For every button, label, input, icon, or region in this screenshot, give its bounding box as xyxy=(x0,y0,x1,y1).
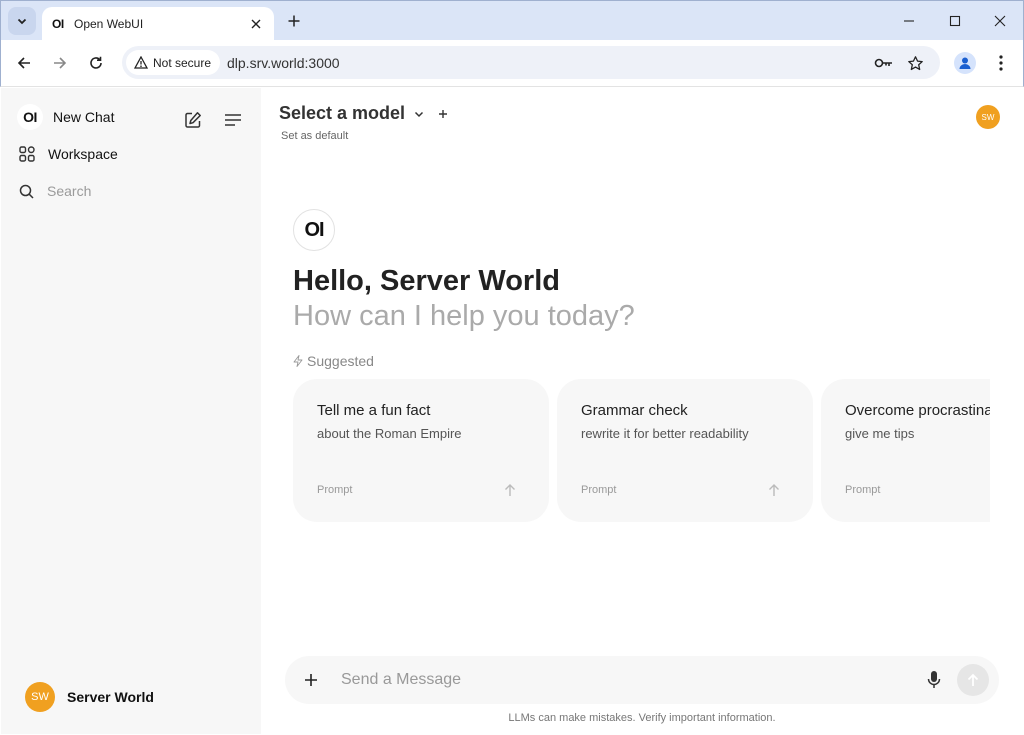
avatar: SW xyxy=(25,682,55,712)
close-icon xyxy=(994,15,1006,27)
suggestion-list: Tell me a fun fact about the Roman Empir… xyxy=(293,379,990,522)
suggested-header: Suggested xyxy=(293,353,374,369)
warning-icon xyxy=(134,56,148,69)
search-placeholder: Search xyxy=(47,183,92,199)
workspace-grid-icon xyxy=(19,146,35,162)
suggestion-kind: Prompt xyxy=(317,484,353,496)
plus-icon xyxy=(288,15,300,27)
greeting-subtitle: How can I help you today? xyxy=(293,300,635,332)
chevron-down-icon xyxy=(415,111,424,117)
maximize-button[interactable] xyxy=(932,6,978,36)
attach-button[interactable] xyxy=(299,668,323,692)
suggestion-card[interactable]: Tell me a fun fact about the Roman Empir… xyxy=(293,379,549,522)
security-chip[interactable]: Not secure xyxy=(126,50,221,75)
sidebar-toggle-button[interactable] xyxy=(221,108,245,132)
search-icon xyxy=(19,184,34,199)
suggestion-card[interactable]: Overcome procrastination give me tips Pr… xyxy=(821,379,990,522)
suggestion-subtitle: about the Roman Empire xyxy=(317,426,462,441)
plus-icon xyxy=(305,674,317,686)
browser-toolbar: Not secure dlp.srv.world:3000 xyxy=(0,40,1024,87)
suggestion-title: Grammar check xyxy=(581,402,688,419)
edit-icon xyxy=(185,112,201,128)
suggested-label: Suggested xyxy=(307,353,374,369)
url-text[interactable]: dlp.srv.world:3000 xyxy=(227,55,340,71)
chevron-down-icon xyxy=(17,18,27,25)
add-model-icon[interactable] xyxy=(437,108,449,120)
tab-close-button[interactable] xyxy=(248,16,264,32)
browser-tab[interactable]: OI Open WebUI xyxy=(42,7,274,41)
new-chat-button[interactable]: OI New Chat xyxy=(17,104,114,130)
password-key-button[interactable] xyxy=(873,52,895,74)
close-window-button[interactable] xyxy=(977,6,1023,36)
arrow-up-icon xyxy=(502,482,518,498)
sidebar: OI New Chat Workspace Search SW Server W… xyxy=(1,88,261,734)
browser-profile-button[interactable] xyxy=(954,52,976,74)
app-logo: OI xyxy=(17,104,43,130)
suggestion-subtitle: rewrite it for better readability xyxy=(581,426,749,441)
browser-titlebar: OI Open WebUI xyxy=(0,0,1024,41)
tab-favicon: OI xyxy=(52,17,64,31)
message-composer xyxy=(285,656,999,704)
forward-button[interactable] xyxy=(46,49,74,77)
sidebar-item-workspace[interactable]: Workspace xyxy=(19,146,118,162)
model-select-label: Select a model xyxy=(279,103,406,123)
hero-logo: OI xyxy=(293,209,335,251)
tab-title: Open WebUI xyxy=(74,17,144,31)
arrow-right-icon xyxy=(54,57,67,69)
minimize-button[interactable] xyxy=(886,6,932,36)
browser-menu-button[interactable] xyxy=(991,52,1011,74)
arrow-left-icon xyxy=(17,57,30,69)
arrow-up-icon xyxy=(967,673,979,686)
more-vertical-icon xyxy=(999,55,1003,71)
menu-icon xyxy=(225,114,241,126)
user-menu[interactable]: SW Server World xyxy=(25,682,154,712)
back-button[interactable] xyxy=(10,49,38,77)
new-tab-button[interactable] xyxy=(283,10,305,32)
minimize-icon xyxy=(904,20,914,22)
tab-search-button[interactable] xyxy=(8,7,36,35)
user-name: Server World xyxy=(67,689,154,705)
bolt-icon xyxy=(293,355,303,367)
chat-main: Select a model Set as default SW OI Hell… xyxy=(261,88,1023,734)
new-chat-label: New Chat xyxy=(53,109,115,125)
microphone-icon xyxy=(927,671,941,688)
star-icon xyxy=(907,55,923,70)
greeting-title: Hello, Server World xyxy=(293,265,560,297)
person-icon xyxy=(959,57,971,69)
suggestion-subtitle: give me tips xyxy=(845,426,915,441)
arrow-up-icon xyxy=(766,482,782,498)
reload-button[interactable] xyxy=(82,49,110,77)
set-default-link[interactable]: Set as default xyxy=(281,130,348,142)
suggestion-card[interactable]: Grammar check rewrite it for better read… xyxy=(557,379,813,522)
suggestion-kind: Prompt xyxy=(845,484,881,496)
reload-icon xyxy=(90,56,102,69)
address-bar[interactable]: Not secure dlp.srv.world:3000 xyxy=(122,46,940,79)
maximize-icon xyxy=(949,15,961,27)
disclaimer-text: LLMs can make mistakes. Verify important… xyxy=(508,712,776,724)
message-input[interactable] xyxy=(341,666,901,694)
workspace-label: Workspace xyxy=(48,146,118,162)
header-avatar[interactable]: SW xyxy=(976,105,1000,129)
suggestion-title: Overcome procrastination xyxy=(845,402,990,419)
suggestion-kind: Prompt xyxy=(581,484,617,496)
security-label: Not secure xyxy=(153,55,212,70)
model-selector[interactable]: Select a model xyxy=(279,103,449,124)
suggestion-title: Tell me a fun fact xyxy=(317,402,431,419)
send-button[interactable] xyxy=(957,664,989,696)
bookmark-button[interactable] xyxy=(904,52,926,74)
compose-button[interactable] xyxy=(181,108,205,132)
key-icon xyxy=(874,58,892,68)
sidebar-search[interactable]: Search xyxy=(19,183,91,199)
voice-input-button[interactable] xyxy=(922,668,946,692)
close-icon xyxy=(251,19,261,29)
